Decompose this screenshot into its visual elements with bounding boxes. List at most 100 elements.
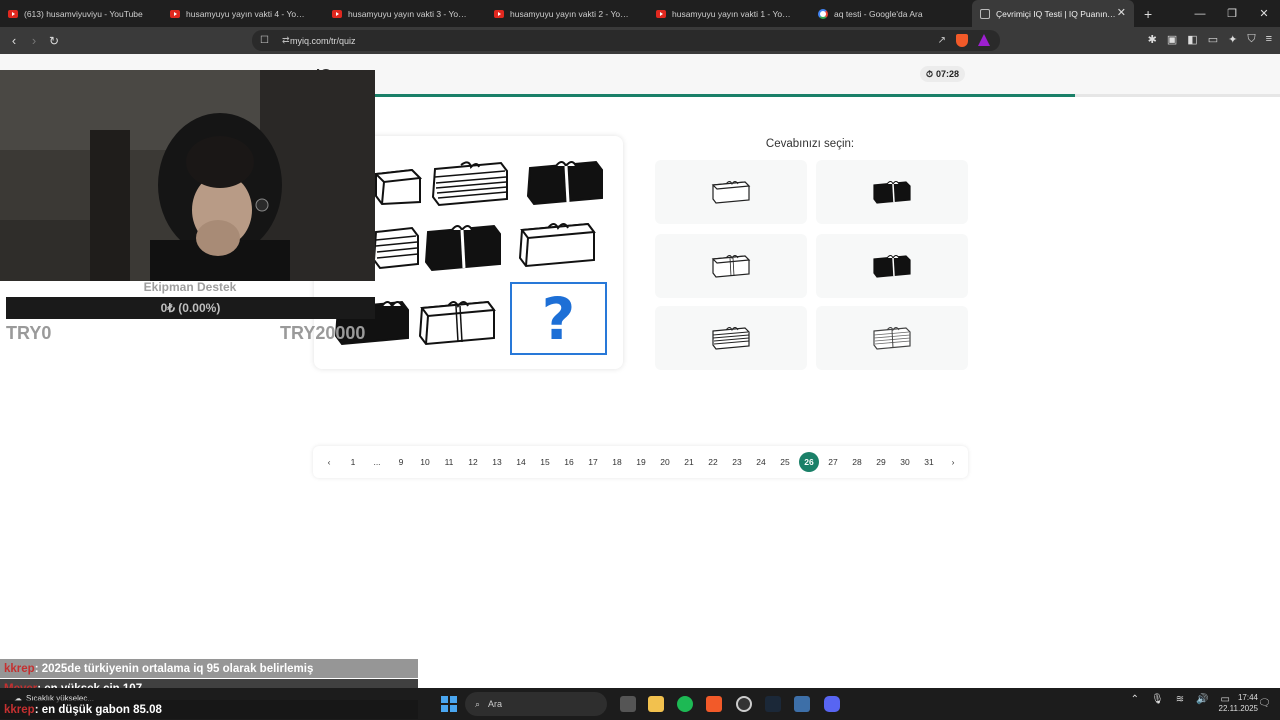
myiq-icon [980, 8, 990, 19]
page-button[interactable]: 23 [725, 450, 749, 474]
leo-ai-icon[interactable]: ✦ [1228, 33, 1237, 46]
page-button[interactable]: 10 [413, 450, 437, 474]
question-mark: ? [541, 284, 576, 353]
donation-goal-title: Ekipman Destek [143, 280, 237, 294]
answer-option-3[interactable] [655, 234, 807, 298]
answer-option-1[interactable] [655, 160, 807, 224]
answer-option-5[interactable] [655, 306, 807, 370]
page-button[interactable]: 1 [341, 450, 365, 474]
chat-message: kkrep : 2025de türkiyenin ortalama iq 95… [0, 659, 418, 678]
tray-overflow-icon[interactable]: ⌃ [1131, 694, 1139, 705]
prev-page-button[interactable]: ‹ [317, 450, 341, 474]
obs-icon[interactable] [736, 696, 752, 712]
page-button[interactable]: 28 [845, 450, 869, 474]
matrix-cell-8 [418, 296, 496, 353]
page-button[interactable]: 20 [653, 450, 677, 474]
answer-option-4[interactable] [816, 234, 968, 298]
page-button[interactable]: 19 [629, 450, 653, 474]
gift-box-striped-icon [372, 226, 419, 270]
steam-icon[interactable] [765, 696, 781, 712]
task-view-icon[interactable] [620, 696, 636, 712]
page-button[interactable]: 15 [533, 450, 557, 474]
wifi-icon[interactable]: ≋ [1176, 694, 1184, 705]
page-button[interactable]: 29 [869, 450, 893, 474]
close-tab-icon[interactable]: ✕ [1117, 6, 1126, 19]
brave-icon[interactable] [706, 696, 722, 712]
youtube-icon [332, 9, 342, 18]
matrix-cell-2 [431, 157, 509, 214]
donation-max: TRY20000 [280, 323, 366, 343]
browser-tabbar: (613) husamviyuviyu - YouTube husamyuyu y… [0, 0, 1280, 27]
close-window-icon[interactable]: ✕ [1248, 7, 1280, 20]
page-button[interactable]: 17 [581, 450, 605, 474]
answer-option-2[interactable] [816, 160, 968, 224]
minimize-icon[interactable]: — [1184, 8, 1216, 20]
page-button[interactable]: ... [365, 450, 389, 474]
vpn-icon[interactable]: ⛉ [1247, 33, 1255, 46]
sidebar-icon[interactable]: ◧ [1187, 33, 1197, 46]
tab-title: husamyuyu yayın vakti 4 - YouTube [186, 8, 306, 19]
page-button[interactable]: 16 [557, 450, 581, 474]
page-button[interactable]: 24 [749, 450, 773, 474]
url-field[interactable]: ☐ ⇄ myiq.com/tr/quiz ↗ [252, 30, 1000, 51]
page-button[interactable]: 12 [461, 450, 485, 474]
page-button[interactable]: 31 [917, 450, 941, 474]
brave-shield-icon[interactable] [956, 34, 968, 47]
tab-title: husamyuyu yayın vakti 3 - YouTube [348, 8, 468, 19]
browser-tab[interactable]: husamyuyu yayın vakti 3 - YouTube [324, 0, 486, 27]
bookmark-icon[interactable]: ☐ [260, 35, 269, 46]
start-button[interactable] [441, 696, 457, 712]
forward-icon[interactable]: › [24, 33, 44, 48]
chat-text: : 2025de türkiyenin ortalama iq 95 olara… [34, 662, 314, 675]
reload-icon[interactable]: ↻ [44, 34, 64, 48]
page-button[interactable]: 22 [701, 450, 725, 474]
file-explorer-icon[interactable] [648, 696, 664, 712]
page-button[interactable]: 27 [821, 450, 845, 474]
brave-rewards-icon[interactable] [978, 34, 990, 46]
page-button[interactable]: 11 [437, 450, 461, 474]
taskbar-search[interactable]: ⌕ Ara [465, 692, 607, 716]
page-button[interactable]: 18 [605, 450, 629, 474]
menu-icon[interactable]: ≡ [1266, 33, 1272, 46]
tab-search-icon[interactable]: ▣ [1167, 33, 1177, 46]
browser-tab[interactable]: aq testi - Google'da Ara [810, 0, 972, 27]
address-bar: ‹ › ↻ ☐ ⇄ myiq.com/tr/quiz ↗ ✱ ▣ ◧ ▭ ✦ ⛉… [0, 27, 1280, 54]
answer-option-6[interactable] [816, 306, 968, 370]
browser-tab[interactable]: (613) husamviyuviyu - YouTube [0, 0, 162, 27]
taskbar-clock[interactable]: 17:44 22.11.2025 [1206, 692, 1258, 714]
browser-tab[interactable]: Çevrimiçi IQ Testi | IQ Puanınızı ✕ [972, 0, 1134, 27]
page-button[interactable]: 14 [509, 450, 533, 474]
window-controls: — ❐ ✕ [1184, 0, 1280, 27]
new-tab-button[interactable]: + [1144, 6, 1152, 22]
chat-message: kkrep : en düşük gabon 85.08 [0, 700, 418, 719]
gift-box-white-ribbon-icon [711, 255, 751, 278]
browser-tab[interactable]: husamyuyu yayın vakti 1 - YouTube [648, 0, 810, 27]
current-page-button[interactable]: 26 [799, 452, 819, 472]
page-button[interactable]: 21 [677, 450, 701, 474]
browser-tab[interactable]: husamyuyu yayın vakti 4 - YouTube [162, 0, 324, 27]
site-info-icon[interactable]: ⇄ [282, 35, 290, 46]
restore-icon[interactable]: ❐ [1216, 7, 1248, 20]
share-icon[interactable]: ↗ [938, 35, 946, 46]
next-page-button[interactable]: › [941, 450, 965, 474]
browser-tab[interactable]: husamyuyu yayın vakti 2 - YouTube [486, 0, 648, 27]
youtube-icon [494, 9, 504, 18]
wallet-icon[interactable]: ▭ [1208, 33, 1218, 46]
discord-icon[interactable] [824, 696, 840, 712]
youtube-icon [8, 9, 18, 18]
page-button[interactable]: 25 [773, 450, 797, 474]
url-text: myiq.com/tr/quiz [290, 35, 356, 46]
extensions-icon[interactable]: ✱ [1148, 33, 1157, 46]
page-button[interactable]: 9 [389, 450, 413, 474]
page-button[interactable]: 30 [893, 450, 917, 474]
tab-title: husamyuyu yayın vakti 2 - YouTube [510, 8, 630, 19]
clock-date: 22.11.2025 [1218, 704, 1258, 713]
gift-box-striped-icon [712, 327, 750, 350]
spotify-icon[interactable] [677, 696, 693, 712]
matrix-cell-4 [372, 220, 422, 277]
microphone-icon[interactable]: 🎙 [1151, 694, 1164, 705]
app-icon[interactable] [794, 696, 810, 712]
notification-icon[interactable]: 🗨 [1258, 698, 1271, 709]
back-icon[interactable]: ‹ [4, 33, 24, 48]
page-button[interactable]: 13 [485, 450, 509, 474]
